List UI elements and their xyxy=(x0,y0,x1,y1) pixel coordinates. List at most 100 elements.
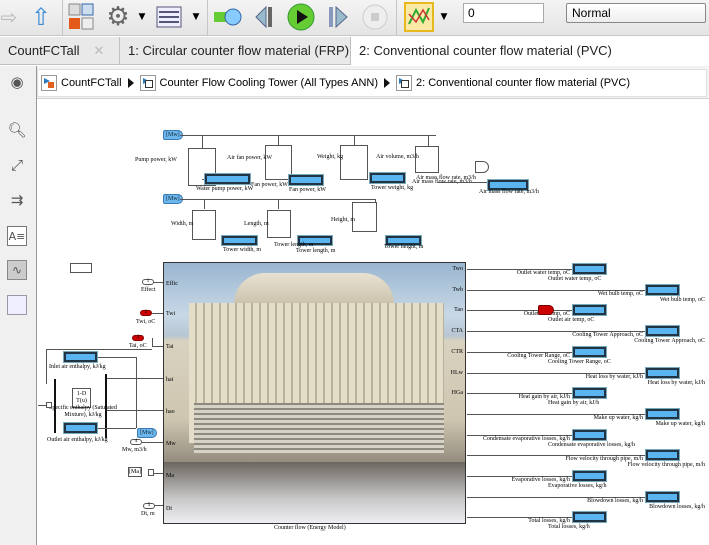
label: Weight, kg xyxy=(317,154,344,160)
port-label: CTA xyxy=(451,328,463,335)
output-display[interactable] xyxy=(645,325,680,338)
width-block[interactable] xyxy=(192,210,216,240)
config-dropdown-icon[interactable]: ▼ xyxy=(190,3,202,31)
label: Effect xyxy=(141,287,156,293)
output-display[interactable] xyxy=(572,345,607,358)
fit-view-icon[interactable]: ⤢ xyxy=(7,155,27,175)
port-label: Tai xyxy=(166,344,174,350)
inport-4[interactable]: 4 xyxy=(130,439,142,445)
label: Air mass flow rate, m3/h xyxy=(479,189,539,195)
port-label: Tao xyxy=(454,307,463,314)
water-pump-power-display[interactable] xyxy=(204,173,251,185)
breadcrumb-item[interactable]: CountFCTall xyxy=(61,77,122,89)
breadcrumb-arrow-icon xyxy=(127,78,134,88)
label: Inlet air enthalpy, kJ/kg xyxy=(49,364,106,370)
port-label: Mw xyxy=(166,441,176,447)
display-label: Evaporative losses, kg/h xyxy=(548,483,607,489)
label: Tower height, m xyxy=(384,244,424,250)
box-icon[interactable] xyxy=(7,295,27,315)
arrows-icon[interactable]: ⇉ xyxy=(7,190,27,210)
breadcrumb-item[interactable]: 2: Conventional counter flow material (P… xyxy=(416,77,630,89)
output-display[interactable] xyxy=(572,428,607,441)
model-canvas[interactable]: [Mw] Pump power, kW Air fan power, kW We… xyxy=(38,100,709,545)
output-display[interactable] xyxy=(645,283,680,296)
label: Tower length, m xyxy=(296,248,336,254)
stop-time-input[interactable]: 0 xyxy=(463,3,544,23)
data-inspector-icon[interactable] xyxy=(403,2,435,32)
display-label: Cooling Tower Range, oC xyxy=(548,358,611,365)
forward-icon[interactable]: ⇨ xyxy=(0,3,18,31)
signal-label: Blowdown losses, kg/h xyxy=(587,497,643,504)
output-display[interactable] xyxy=(645,449,680,462)
length-block[interactable] xyxy=(267,210,291,238)
fan-power-block[interactable] xyxy=(265,145,292,180)
simulation-mode-select[interactable]: Normal xyxy=(566,3,706,23)
output-display[interactable] xyxy=(572,470,607,482)
goto-tag-red[interactable] xyxy=(538,305,554,316)
signal-label: Wet bulb temp, oC xyxy=(597,290,643,297)
close-icon[interactable]: ✕ xyxy=(94,43,105,58)
output-display[interactable] xyxy=(645,366,680,379)
inport-5[interactable]: 5 xyxy=(143,503,155,509)
tab-conventional[interactable]: 2: Conventional counter flow material (P… xyxy=(351,37,709,66)
display-label: Heat loss by water, kJ/h xyxy=(647,379,705,386)
display-label: Wet bulb temp, oC xyxy=(659,296,705,303)
gear-icon[interactable]: ⚙ xyxy=(103,2,133,32)
output-display[interactable] xyxy=(572,387,607,400)
inport-2[interactable]: 2 xyxy=(140,310,152,316)
signal-label: Make up water, kg/h xyxy=(593,414,643,421)
output-display[interactable] xyxy=(645,407,680,420)
inport-1[interactable]: 1 xyxy=(142,279,154,285)
output-display[interactable] xyxy=(572,263,607,275)
label: Specific enthalpy (Saturated Mixture), k… xyxy=(49,405,117,418)
inport-3[interactable]: 3 xyxy=(132,335,144,341)
inlet-enthalpy-display[interactable] xyxy=(63,351,98,363)
label: Dt, m xyxy=(141,511,155,517)
display-label: Total losses, kg/h xyxy=(548,524,590,531)
label: Pump power, kW xyxy=(135,157,177,163)
port-label: Two xyxy=(452,266,463,272)
step-forward-icon[interactable] xyxy=(325,3,351,31)
zoom-in-icon[interactable]: 🔍︎ xyxy=(7,120,27,140)
ground-block[interactable] xyxy=(46,402,52,408)
step-back-icon[interactable] xyxy=(252,3,280,31)
run-icon[interactable] xyxy=(286,3,316,31)
display-label: Heat gain by air, kJ/h xyxy=(548,400,600,407)
annotation-box[interactable] xyxy=(70,263,92,273)
block-name: Counter flow (Energy Model) xyxy=(274,525,346,531)
subsystem-icon xyxy=(139,75,156,91)
stop-icon[interactable] xyxy=(361,3,389,31)
back-icon[interactable]: ◉ xyxy=(7,72,27,92)
output-display[interactable] xyxy=(572,511,607,524)
display-label: Blowdown losses, kg/h xyxy=(649,503,705,510)
tab-countfctall[interactable]: CountFCTall ✕ xyxy=(0,37,120,65)
weight-block[interactable] xyxy=(340,145,368,180)
image-icon[interactable]: ∿ xyxy=(7,260,27,280)
library-icon[interactable] xyxy=(66,3,96,31)
label: Fan power, kW xyxy=(251,182,288,188)
output-display[interactable] xyxy=(572,304,607,317)
display-label: Make up water, kg/h xyxy=(655,420,705,427)
output-display[interactable] xyxy=(645,490,680,503)
tower-weight-display[interactable] xyxy=(369,172,406,184)
goto-block[interactable] xyxy=(475,161,489,173)
tab-circular[interactable]: 1: Circular counter flow material (FRP) … xyxy=(120,37,455,65)
from-ma-tag[interactable]: [Ma] xyxy=(128,467,142,477)
tab-bar: CountFCTall ✕ 1: Circular counter flow ma… xyxy=(0,37,709,66)
annotation-icon[interactable]: A≡ xyxy=(7,226,27,246)
counter-flow-energy-model-block[interactable]: Effic Twi Tai hai hao Mw Ma Dt Two Twb Tao… xyxy=(163,262,466,524)
fan-power-display[interactable] xyxy=(288,174,324,186)
model-config-icon[interactable] xyxy=(155,3,183,31)
gear-dropdown-icon[interactable]: ▼ xyxy=(136,3,148,31)
subsystem-icon xyxy=(396,75,412,91)
goto-mw-tag[interactable]: [Mw] xyxy=(137,428,157,438)
breadcrumb-item[interactable]: Counter Flow Cooling Tower (All Types AN… xyxy=(160,77,378,89)
outlet-enthalpy-display[interactable] xyxy=(63,422,98,434)
up-icon[interactable]: ⇧ xyxy=(28,3,54,31)
inspector-dropdown-icon[interactable]: ▼ xyxy=(438,3,450,31)
tower-width-display[interactable] xyxy=(221,235,258,246)
update-icon[interactable] xyxy=(212,3,244,31)
height-block[interactable] xyxy=(352,202,377,232)
port-label: CTR xyxy=(451,348,463,355)
model-icon xyxy=(41,75,57,91)
